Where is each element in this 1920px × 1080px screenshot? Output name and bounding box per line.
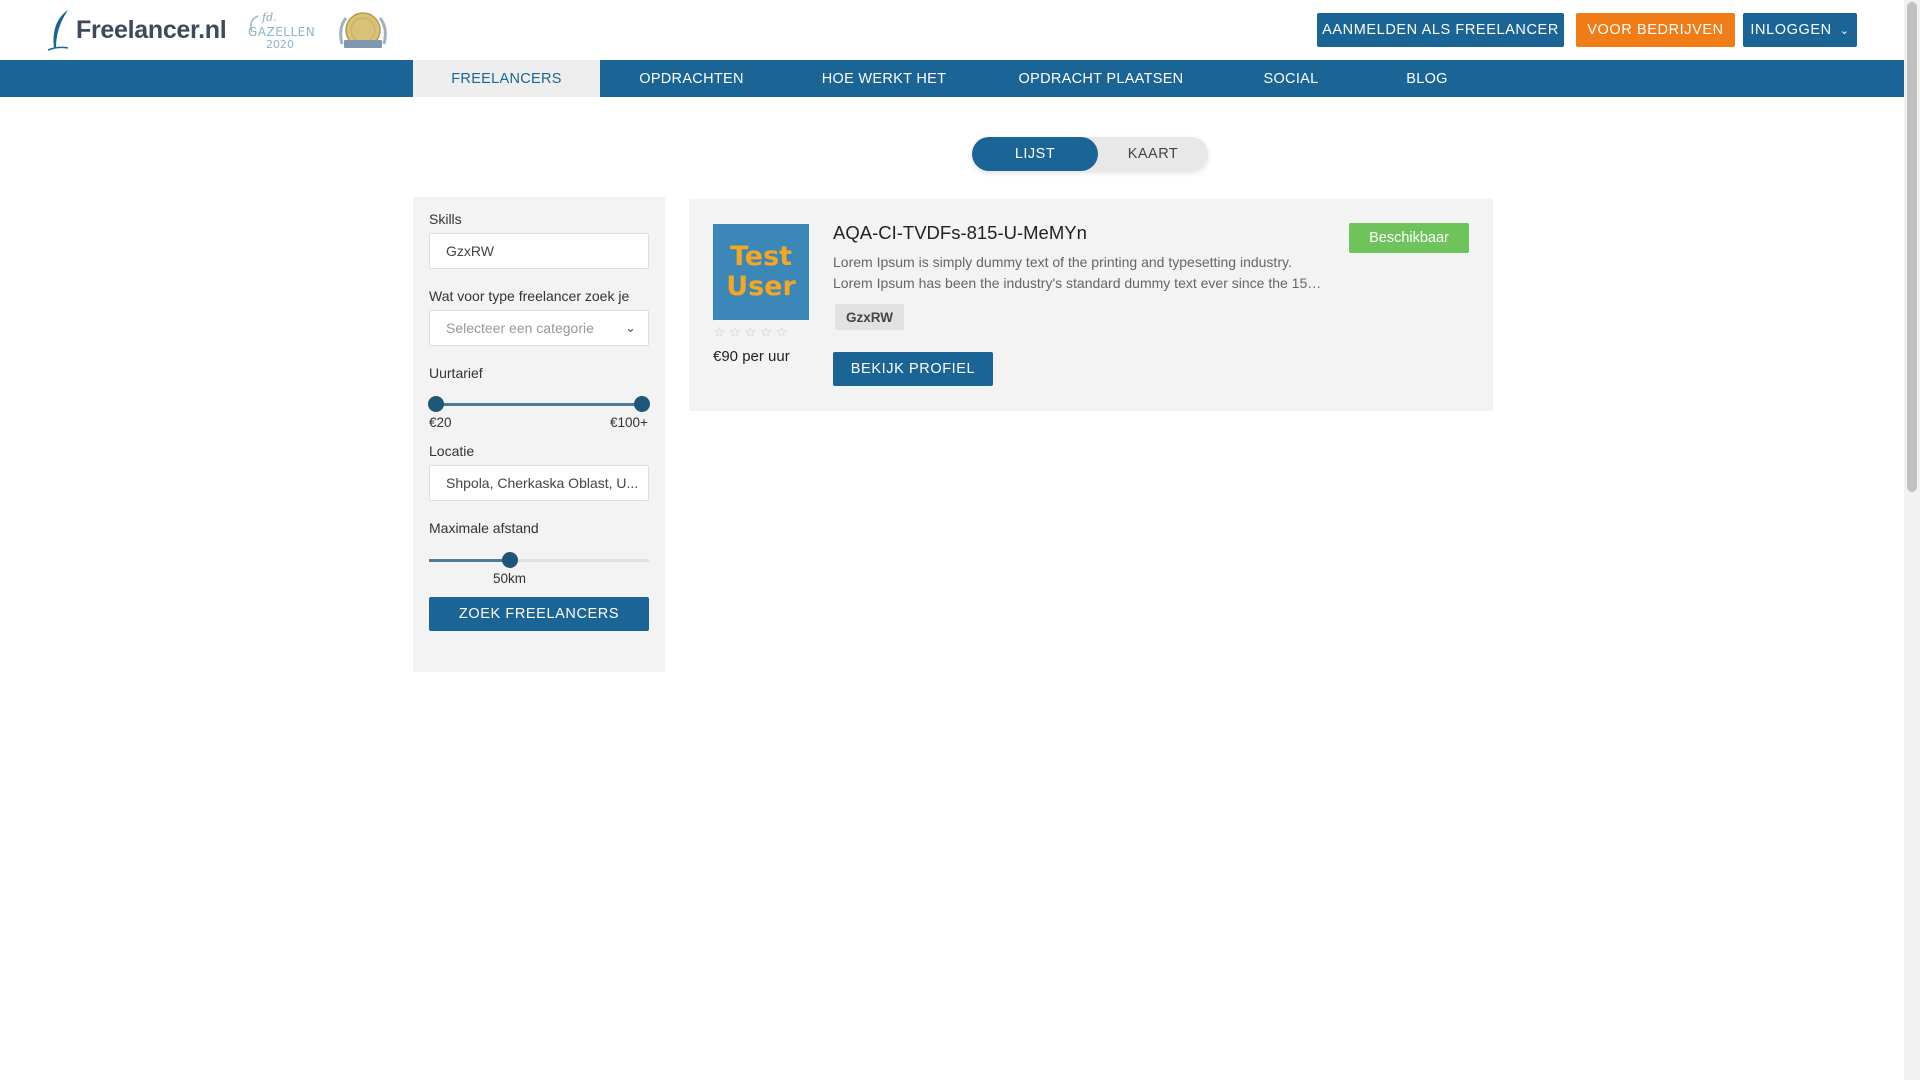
rate-min-value: €20 xyxy=(429,415,452,430)
nav-item-freelancers[interactable]: FREELANCERS xyxy=(413,60,600,97)
avatar-line-2: User xyxy=(726,271,796,302)
description-line-2: Lorem Ipsum has been the industry's stan… xyxy=(833,275,1323,291)
rate-label: Uurtarief xyxy=(429,365,483,381)
freelancer-name[interactable]: AQA-CI-TVDFs-815-U-MeMYn xyxy=(833,222,1087,244)
chevron-down-icon: ⌄ xyxy=(625,320,636,335)
map-view-tab[interactable]: KAART xyxy=(1098,137,1208,171)
gazellen-badge-middle: GAZELLEN xyxy=(248,25,315,39)
view-toggle: LIJST KAART xyxy=(972,137,1208,171)
page-scrollbar[interactable] xyxy=(1904,0,1920,1080)
scrollbar-thumb[interactable] xyxy=(1907,2,1917,492)
skills-label: Skills xyxy=(429,211,462,227)
nav-item-opdracht-plaatsen[interactable]: OPDRACHT PLAATSEN xyxy=(985,60,1217,97)
rate-slider[interactable] xyxy=(428,396,650,412)
skills-input[interactable]: GzxRW xyxy=(429,233,649,269)
chevron-down-icon: ⌄ xyxy=(1839,24,1850,37)
login-button-label: INLOGGEN xyxy=(1750,22,1832,38)
for-companies-button[interactable]: VOOR BEDRIJVEN xyxy=(1576,13,1735,47)
skill-tag: GzxRW xyxy=(835,304,905,330)
hourly-rate: €90 per uur xyxy=(713,348,790,365)
nav-item-social[interactable]: SOCIAL xyxy=(1217,60,1365,97)
type-label: Wat voor type freelancer zoek je xyxy=(429,288,630,304)
distance-handle[interactable] xyxy=(502,552,519,568)
category-placeholder: Selecteer een categorie xyxy=(446,320,594,336)
gazellen-badge-bottom: 2020 xyxy=(266,38,294,50)
filter-panel: Skills GzxRW Wat voor type freelancer zo… xyxy=(413,197,665,672)
award-seal-badge xyxy=(339,12,387,48)
rate-slider-fill xyxy=(429,403,649,406)
login-button[interactable]: INLOGGEN ⌄ xyxy=(1743,13,1857,47)
avatar[interactable]: Test User xyxy=(713,224,809,320)
rating-stars: ☆☆☆☆☆ xyxy=(713,324,791,340)
gazellen-badge-top: fd. xyxy=(261,11,277,24)
rate-max-value: €100+ xyxy=(610,415,648,430)
logo-text: Freelancer.nl xyxy=(76,15,227,44)
description-line-1: Lorem Ipsum is simply dummy text of the … xyxy=(833,254,1292,270)
distance-slider[interactable] xyxy=(429,552,649,568)
feather-icon xyxy=(47,10,69,51)
view-profile-button[interactable]: BEKIJK PROFIEL xyxy=(833,352,993,386)
nav-item-opdrachten[interactable]: OPDRACHTEN xyxy=(600,60,783,97)
location-input[interactable]: Shpola, Cherkaska Oblast, U... xyxy=(429,465,649,501)
search-freelancers-button[interactable]: ZOEK FREELANCERS xyxy=(429,597,649,631)
main-nav: FREELANCERS OPDRACHTEN HOE WERKT HET OPD… xyxy=(0,60,1904,97)
category-select[interactable]: Selecteer een categorie ⌄ xyxy=(429,310,649,346)
status-badge: Beschikbaar xyxy=(1349,223,1469,253)
distance-value: 50km xyxy=(493,571,527,586)
nav-item-hoe-werkt-het[interactable]: HOE WERKT HET xyxy=(783,60,985,97)
avatar-line-1: Test xyxy=(729,241,793,272)
rate-max-handle[interactable] xyxy=(634,396,650,412)
freelancer-logo[interactable]: Freelancer.nl xyxy=(46,8,227,52)
rate-min-handle[interactable] xyxy=(428,396,444,412)
freelancer-description: Lorem Ipsum is simply dummy text of the … xyxy=(833,252,1323,294)
list-view-tab[interactable]: LIJST xyxy=(972,137,1098,171)
fd-gazellen-badge: fd. GAZELLEN 2020 xyxy=(248,11,315,50)
freelancer-card: Test User ☆☆☆☆☆ €90 per uur AQA-CI-TVDFs… xyxy=(689,199,1493,411)
nav-item-blog[interactable]: BLOG xyxy=(1365,60,1489,97)
distance-slider-fill xyxy=(429,559,511,562)
site-header: Freelancer.nl fd. GAZELLEN 2020 AANMELDE… xyxy=(0,0,1904,60)
location-label: Locatie xyxy=(429,443,475,459)
register-freelancer-button[interactable]: AANMELDEN ALS FREELANCER xyxy=(1317,13,1564,47)
distance-label: Maximale afstand xyxy=(429,520,539,536)
